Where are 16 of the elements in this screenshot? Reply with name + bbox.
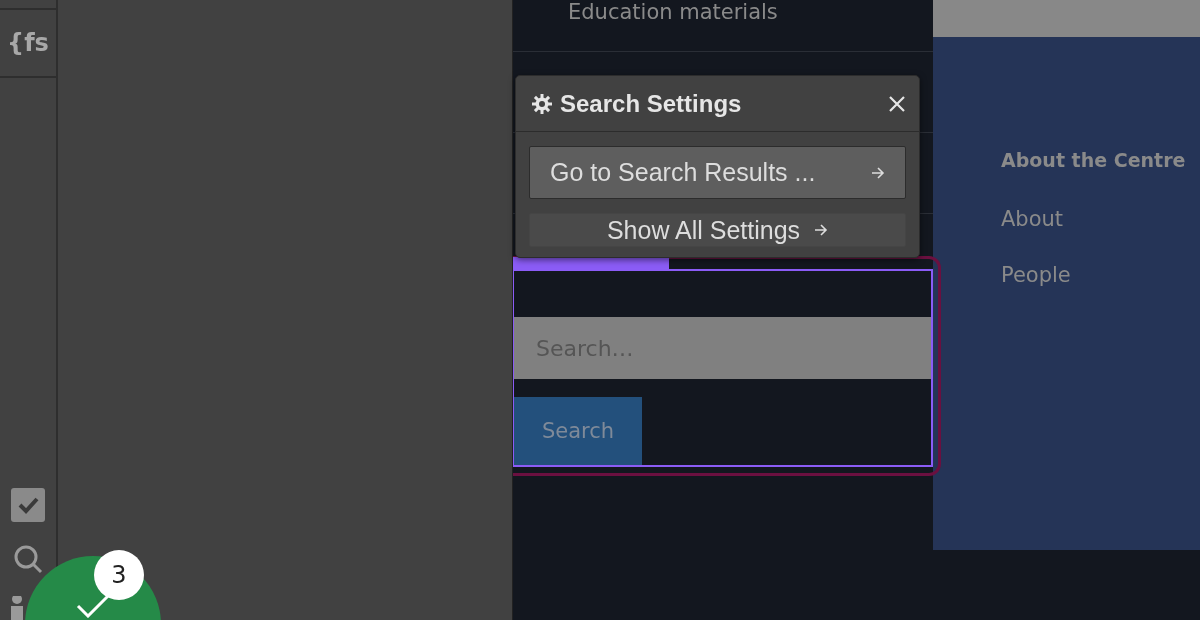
checkmark-icon xyxy=(76,594,110,618)
footer-link[interactable]: People xyxy=(1001,263,1200,287)
logo-text[interactable]: {fs xyxy=(7,29,49,57)
arrow-icon xyxy=(814,224,829,236)
search-button[interactable]: Search xyxy=(514,397,642,465)
arrow-icon xyxy=(871,166,885,179)
gear-icon xyxy=(532,93,552,114)
nav-link[interactable]: Education materials xyxy=(568,0,778,24)
person-icon[interactable] xyxy=(11,596,23,620)
section-heading: About the Centre xyxy=(1001,149,1187,171)
popover-title: Search Settings xyxy=(560,89,743,118)
checkbox-icon[interactable] xyxy=(11,488,45,522)
footer-link[interactable]: About xyxy=(1001,207,1200,231)
close-icon[interactable] xyxy=(889,95,905,112)
action-button[interactable]: Show All Settings xyxy=(529,213,906,247)
action-button[interactable]: Go to Search Results ... xyxy=(529,146,906,199)
